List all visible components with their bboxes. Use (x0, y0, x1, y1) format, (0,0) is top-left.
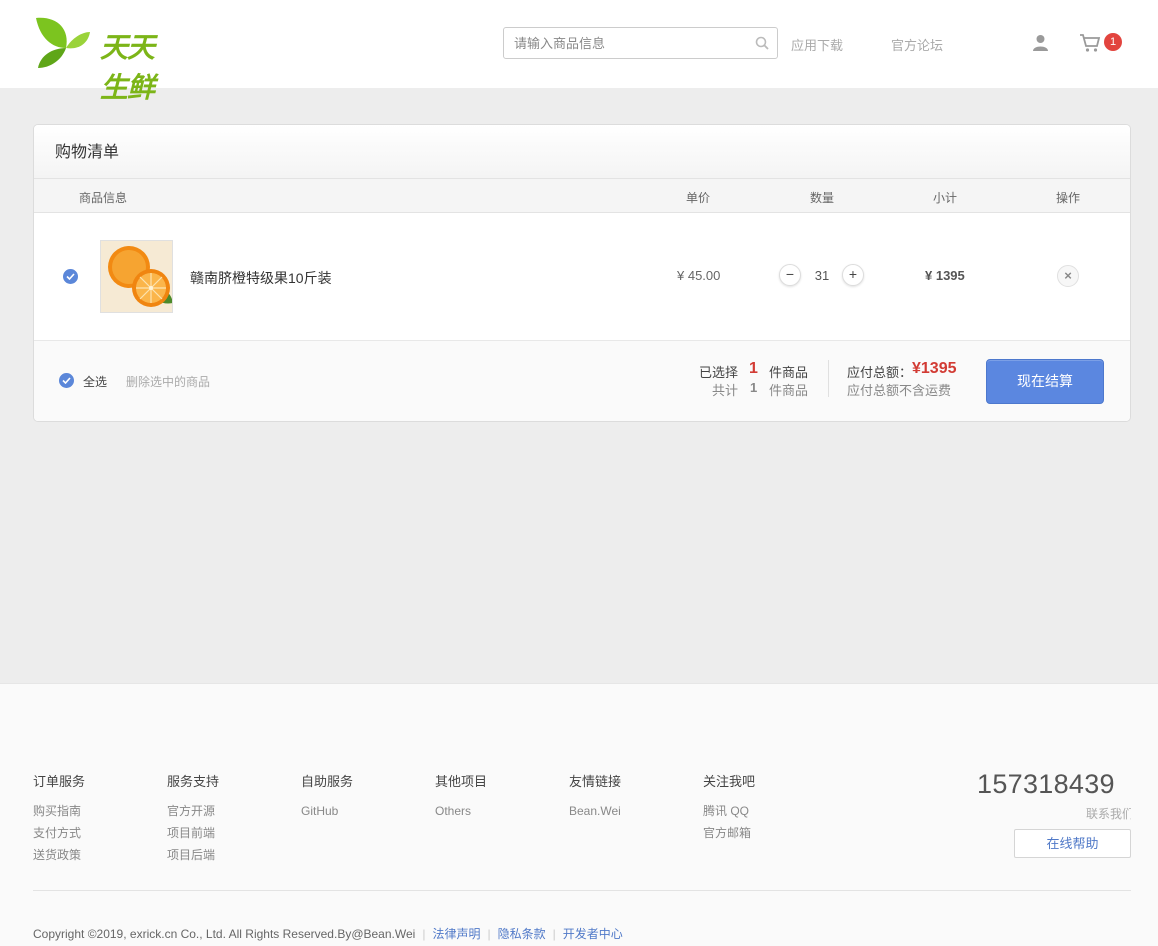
footer-link[interactable]: 购买指南 (33, 804, 85, 819)
check-icon (62, 377, 71, 384)
footer-link[interactable]: 支付方式 (33, 826, 85, 841)
decrease-quantity-button[interactable]: − (779, 264, 801, 286)
cart-panel: 购物清单 商品信息 单价 数量 小计 操作 赣南脐橙特级果10斤装 ¥ 45.0… (33, 124, 1131, 422)
delete-selected-link[interactable]: 删除选中的商品 (126, 373, 210, 390)
cart-title: 购物清单 (34, 125, 1130, 179)
brand-logo[interactable]: 天天生鲜 (32, 14, 172, 103)
footer-link[interactable]: GitHub (301, 804, 353, 819)
search-icon[interactable] (755, 36, 769, 50)
select-all-label[interactable]: 全选 (83, 373, 107, 390)
payable-amount: ¥1395 (912, 360, 957, 377)
search-box (503, 27, 778, 59)
nav-app-download[interactable]: 应用下载 (791, 35, 843, 54)
footer-col-title: 自助服务 (301, 774, 354, 789)
copyright-bar: Copyright ©2019, exrick.cn Co., Ltd. All… (33, 927, 623, 941)
summary-divider (828, 360, 829, 397)
select-all-checkbox[interactable] (59, 373, 74, 388)
footer-col-title: 订单服务 (33, 774, 86, 789)
footer-link[interactable]: 官方邮箱 (703, 826, 755, 841)
delete-item-button[interactable]: × (1057, 265, 1079, 287)
total-unit: 件商品 (769, 383, 809, 398)
selected-count: 1 (749, 360, 758, 377)
search-input[interactable] (504, 28, 744, 58)
cart-icon[interactable] (1079, 33, 1101, 53)
nav-official-forum[interactable]: 官方论坛 (891, 35, 943, 54)
unit-price: ¥ 45.00 (677, 268, 721, 283)
copyright-text: Copyright ©2019, exrick.cn Co., Ltd. All… (33, 927, 416, 941)
brand-name: 天天生鲜 (100, 32, 155, 103)
contact-phone: 157318439 (977, 769, 1115, 799)
cart-column-header: 商品信息 单价 数量 小计 操作 (34, 179, 1130, 213)
footer-col-title: 友情链接 (569, 774, 622, 789)
user-icon[interactable] (1032, 34, 1049, 51)
footer-link[interactable]: Bean.Wei (569, 804, 621, 819)
privacy-terms-link[interactable]: 隐私条款 (498, 927, 546, 941)
footer-link[interactable]: 项目前端 (167, 826, 219, 841)
leaf-logo-icon (36, 17, 90, 68)
footer-col-order-service: 订单服务 购买指南 支付方式 送货政策 (33, 771, 85, 870)
product-thumbnail[interactable] (100, 240, 173, 313)
col-actions: 操作 (1056, 191, 1081, 205)
cart-item-row: 赣南脐橙特级果10斤装 ¥ 45.00 − 31 + ¥ 1395 × (34, 213, 1130, 341)
increase-quantity-button[interactable]: + (842, 264, 864, 286)
footer-divider (33, 890, 1131, 891)
footer-col-follow-me: 关注我吧 腾讯 QQ 官方邮箱 (703, 771, 755, 848)
col-subtotal: 小计 (933, 191, 958, 205)
product-name[interactable]: 赣南脐橙特级果10斤装 (190, 268, 332, 288)
quantity-value[interactable]: 31 (802, 268, 842, 283)
selected-unit: 件商品 (769, 365, 809, 380)
site-footer: 订单服务 购买指南 支付方式 送货政策 服务支持 官方开源 项目前端 项目后端 … (0, 683, 1158, 946)
footer-link[interactable]: 腾讯 QQ (703, 804, 755, 819)
selected-label: 已选择 (699, 365, 739, 380)
item-checkbox[interactable] (63, 269, 78, 284)
footer-link[interactable]: Others (435, 804, 487, 819)
contact-label: 联系我们 (1086, 807, 1131, 821)
footer-col-title: 服务支持 (167, 774, 220, 789)
footer-col-title: 关注我吧 (703, 774, 756, 789)
col-product-info: 商品信息 (79, 191, 128, 205)
total-label: 共计 (712, 383, 739, 398)
shipping-note: 应付总额不含运费 (847, 383, 952, 398)
footer-link[interactable]: 官方开源 (167, 804, 219, 819)
total-count: 1 (750, 380, 758, 395)
footer-col-other-projects: 其他项目 Others (435, 771, 487, 826)
check-icon (66, 273, 75, 280)
cart-summary-bar: 全选 删除选中的商品 已选择 1 件商品 共计 1 件商品 应付总额： ¥139… (34, 341, 1130, 421)
footer-col-friend-links: 友情链接 Bean.Wei (569, 771, 621, 826)
footer-col-service-support: 服务支持 官方开源 项目前端 项目后端 (167, 771, 219, 870)
cart-count-badge[interactable]: 1 (1104, 33, 1122, 51)
developer-center-link[interactable]: 开发者中心 (563, 927, 623, 941)
payable-label: 应付总额： (847, 365, 913, 380)
online-help-button[interactable]: 在线帮助 (1014, 829, 1131, 858)
checkout-button[interactable]: 现在结算 (986, 359, 1104, 404)
col-unit-price: 单价 (686, 191, 711, 205)
legal-notice-link[interactable]: 法律声明 (432, 927, 480, 941)
site-header: 天天生鲜 应用下载 官方论坛 1 (0, 0, 1158, 103)
footer-col-self-service: 自助服务 GitHub (301, 771, 353, 826)
footer-col-title: 其他项目 (435, 774, 488, 789)
footer-link[interactable]: 项目后端 (167, 848, 219, 863)
item-subtotal: ¥ 1395 (925, 268, 965, 283)
footer-link[interactable]: 送货政策 (33, 848, 85, 863)
col-quantity: 数量 (810, 191, 835, 205)
orange-image-icon (101, 241, 172, 312)
